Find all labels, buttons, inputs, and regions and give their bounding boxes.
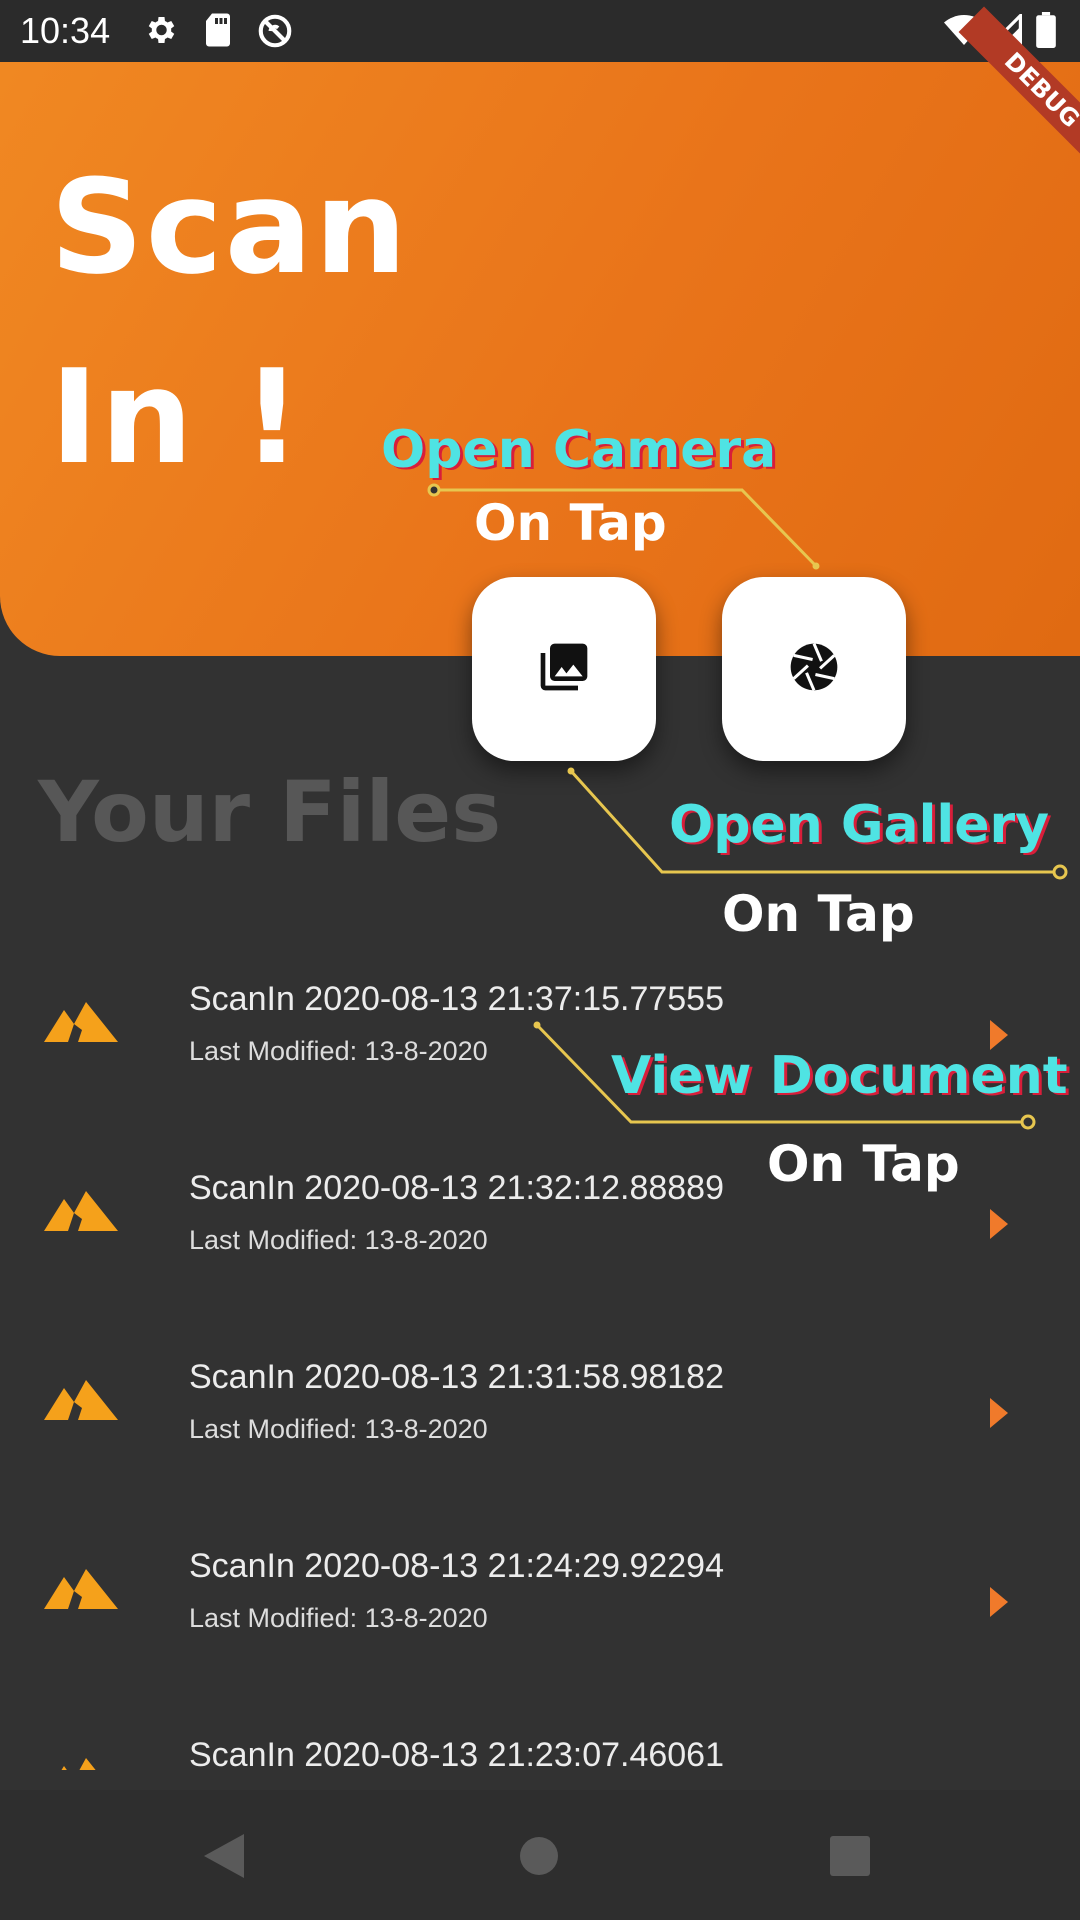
file-modified-date: Last Modified: 13-8-2020 — [189, 1225, 488, 1255]
file-list-item[interactable]: ScanIn 2020-08-13 21:31:58.98182 Last Mo… — [0, 1358, 1080, 1547]
landscape-icon — [44, 1000, 118, 1046]
app-title-line-2: In ! — [50, 341, 304, 493]
sd-card-icon — [202, 12, 234, 52]
recents-square-icon[interactable] — [830, 1836, 870, 1880]
status-time: 10:34 — [20, 10, 111, 51]
file-list-item[interactable]: ScanIn 2020-08-13 21:23:07.46061 — [0, 1736, 1080, 1770]
file-name: ScanIn 2020-08-13 21:31:58.98182 — [189, 1358, 725, 1396]
file-name: ScanIn 2020-08-13 21:24:29.92294 — [189, 1547, 725, 1585]
annotation-document-sub: On Tap — [767, 1135, 960, 1193]
annotation-gallery-title: Open Gallery — [669, 795, 1050, 855]
open-camera-button[interactable] — [722, 577, 906, 761]
file-list-item[interactable]: ScanIn 2020-08-13 21:24:29.92294 Last Mo… — [0, 1547, 1080, 1736]
file-modified-date: Last Modified: 13-8-2020 — [189, 1603, 488, 1633]
navigation-bar — [0, 1790, 1080, 1920]
landscape-icon — [44, 1378, 118, 1424]
camera-shutter-icon — [786, 639, 842, 699]
app-header: DEBUG Scan In ! — [0, 6, 1080, 656]
sync-disabled-icon — [256, 12, 294, 54]
annotation-gallery-sub: On Tap — [722, 885, 915, 943]
app-screen: 10:34 DEBUG Scan In ! Your Files ScanIn … — [0, 0, 1080, 1920]
landscape-icon — [44, 1756, 118, 1770]
file-name: ScanIn 2020-08-13 21:23:07.46061 — [189, 1736, 725, 1770]
open-gallery-button[interactable] — [472, 577, 656, 761]
file-list-item[interactable]: ScanIn 2020-08-13 21:32:12.88889 Last Mo… — [0, 1169, 1080, 1358]
file-name: ScanIn 2020-08-13 21:32:12.88889 — [189, 1169, 725, 1207]
chevron-right-icon — [990, 1587, 1008, 1621]
back-triangle-icon[interactable] — [204, 1834, 244, 1882]
file-modified-date: Last Modified: 13-8-2020 — [189, 1414, 488, 1444]
your-files-title: Your Files — [38, 763, 502, 861]
chevron-right-icon — [990, 1209, 1008, 1243]
file-name: ScanIn 2020-08-13 21:37:15.77555 — [189, 980, 725, 1018]
photo-library-icon — [536, 639, 592, 699]
annotation-camera-sub: On Tap — [474, 494, 667, 552]
file-modified-date: Last Modified: 13-8-2020 — [189, 1036, 488, 1066]
chevron-right-icon — [990, 1398, 1008, 1432]
status-bar: 10:34 — [0, 0, 1080, 62]
annotation-document-title: View Document — [611, 1046, 1068, 1106]
annotation-camera-title: Open Camera — [381, 420, 777, 480]
battery-icon — [1036, 12, 1056, 52]
gear-icon — [142, 12, 178, 52]
home-circle-icon[interactable] — [519, 1836, 559, 1880]
landscape-icon — [44, 1189, 118, 1235]
landscape-icon — [44, 1567, 118, 1613]
app-title-line-1: Scan — [50, 151, 409, 303]
